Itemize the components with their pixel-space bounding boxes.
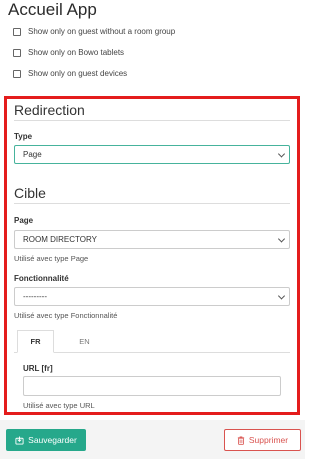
delete-button[interactable]: Supprimer	[224, 429, 301, 451]
fonctionnalite-help-text: Utilisé avec type Fonctionnalité	[14, 311, 118, 320]
fonctionnalite-select-value: ---------	[23, 292, 47, 301]
checkbox-bowo-tablets[interactable]: Show only on Bowo tablets	[13, 48, 124, 57]
page-title: Accueil App	[8, 0, 97, 19]
type-select[interactable]: Page	[14, 145, 290, 164]
chevron-down-icon	[277, 291, 286, 300]
type-select-value: Page	[23, 150, 42, 159]
checkbox-box[interactable]	[13, 69, 21, 78]
checkbox-label: Show only on guest devices	[28, 69, 128, 78]
checkbox-guest-devices[interactable]: Show only on guest devices	[13, 69, 127, 78]
checkbox-label: Show only on guest without a room group	[28, 27, 176, 36]
redirection-heading: Redirection	[14, 102, 85, 118]
save-button[interactable]: Sauvegarder	[6, 429, 86, 451]
page-help-text: Utilisé avec type Page	[14, 254, 89, 263]
url-help-text: Utilisé avec type URL	[23, 401, 95, 410]
fonctionnalite-label: Fonctionnalité	[14, 274, 69, 283]
page-label: Page	[14, 216, 34, 225]
tab-en[interactable]: EN	[66, 330, 103, 353]
section-divider	[14, 120, 290, 121]
page-select[interactable]: ROOM DIRECTORY	[14, 230, 290, 249]
fonctionnalite-select[interactable]: ---------	[14, 287, 290, 306]
save-icon	[15, 435, 24, 445]
checkbox-box[interactable]	[13, 27, 21, 36]
chevron-down-icon	[277, 234, 286, 243]
checkbox-label: Show only on Bowo tablets	[28, 48, 125, 57]
section-divider	[14, 203, 290, 204]
save-button-label: Sauvegarder	[28, 435, 77, 445]
language-tabs: FR EN	[14, 330, 290, 353]
chevron-down-icon	[277, 149, 286, 158]
url-input[interactable]	[23, 376, 281, 396]
tab-fr[interactable]: FR	[17, 330, 54, 353]
cible-heading: Cible	[14, 185, 46, 201]
trash-icon	[237, 435, 245, 445]
delete-button-label: Supprimer	[248, 435, 289, 445]
checkbox-box[interactable]	[13, 48, 21, 57]
type-label: Type	[14, 132, 33, 141]
url-label: URL [fr]	[23, 364, 53, 373]
page-select-value: ROOM DIRECTORY	[23, 235, 97, 244]
checkbox-guest-without-room-group[interactable]: Show only on guest without a room group	[13, 27, 175, 36]
